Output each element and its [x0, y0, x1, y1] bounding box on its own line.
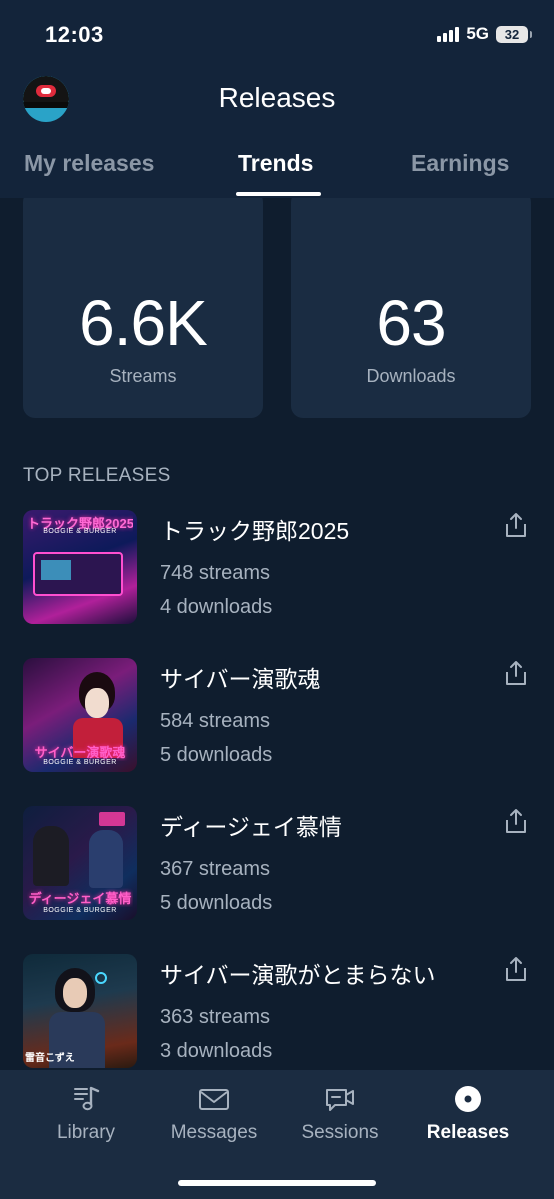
share-icon[interactable] — [504, 956, 528, 982]
cover-artist-signature: 雷音こずえ — [25, 1053, 75, 1064]
tab-underline — [236, 192, 321, 196]
cover-dj-shape — [33, 826, 69, 886]
release-cover: トラック野郎2025 BOGGIE & BURGER — [23, 510, 137, 624]
release-streams: 363 streams — [160, 1006, 271, 1028]
release-streams: 584 streams — [160, 710, 271, 732]
release-downloads: 5 downloads — [160, 892, 273, 914]
nav-messages-label: Messages — [170, 1122, 258, 1143]
disc-icon — [455, 1086, 481, 1112]
share-icon[interactable] — [504, 512, 528, 538]
downloads-card: 63 Downloads — [291, 190, 531, 418]
nav-library-label: Library — [56, 1122, 116, 1143]
status-bar: 12:03 5G 32 — [0, 0, 554, 70]
cover-headphone-shape — [95, 972, 107, 984]
release-cover: 雷音こずえ — [23, 954, 137, 1068]
status-indicators: 5G 32 — [437, 24, 532, 44]
cover-face-shape — [63, 978, 87, 1008]
release-item[interactable]: サイバー演歌魂 BOGGIE & BURGER サイバー演歌魂 584 stre… — [0, 658, 554, 778]
release-title: ディージェイ慕情 — [160, 814, 342, 840]
release-streams: 748 streams — [160, 562, 271, 584]
nav-releases[interactable]: Releases — [404, 1084, 532, 1144]
release-downloads: 3 downloads — [160, 1040, 273, 1062]
streams-card: 6.6K Streams — [23, 190, 263, 418]
releases-screen: 12:03 5G 32 Releases My releases Trends … — [0, 0, 554, 1199]
status-time: 12:03 — [45, 22, 104, 47]
home-indicator[interactable] — [178, 1180, 376, 1186]
streams-value: 6.6K — [79, 287, 208, 359]
network-label: 5G — [466, 24, 489, 43]
header-top-layer: Releases My releases Trends Earnings — [0, 70, 554, 198]
tabs: My releases Trends Earnings — [0, 148, 554, 198]
share-icon[interactable] — [504, 660, 528, 686]
music-note-icon — [74, 1086, 100, 1111]
cover-artist-text: BOGGIE & BURGER — [43, 528, 117, 535]
battery-icon: 32 — [496, 25, 532, 43]
release-item[interactable]: トラック野郎2025 BOGGIE & BURGER トラック野郎2025 74… — [0, 510, 554, 630]
tab-earnings-label[interactable]: Earnings — [411, 150, 509, 177]
release-title: トラック野郎2025 — [160, 518, 350, 544]
release-cover: ディージェイ慕情 BOGGIE & BURGER — [23, 806, 137, 920]
downloads-value: 63 — [376, 287, 446, 359]
tab-my-releases-label[interactable]: My releases — [24, 150, 154, 177]
downloads-label: Downloads — [366, 366, 456, 386]
nav-sessions[interactable]: Sessions — [276, 1084, 404, 1144]
streams-label: Streams — [109, 366, 177, 386]
cover-artist-text: BOGGIE & BURGER — [43, 907, 117, 914]
section-title: TOP RELEASES — [23, 465, 171, 486]
signal-icon — [437, 26, 460, 42]
release-downloads: 5 downloads — [160, 744, 273, 766]
header-title: Releases — [218, 82, 336, 113]
cover-title-text: ディージェイ慕情 — [28, 891, 132, 906]
release-title: サイバー演歌魂 — [160, 666, 321, 692]
cover-face-shape — [85, 688, 109, 718]
cover-neon-sign — [99, 812, 125, 826]
release-item[interactable]: 雷音こずえ サイバー演歌がとまらない 363 streams 3 downloa… — [0, 954, 554, 1074]
video-chat-icon — [326, 1089, 354, 1111]
nav-releases-label: Releases — [426, 1122, 510, 1143]
nav-library[interactable]: Library — [22, 1084, 150, 1144]
release-streams: 367 streams — [160, 858, 271, 880]
release-downloads: 4 downloads — [160, 596, 273, 618]
cover-geisha-shape — [89, 830, 123, 888]
nav-messages[interactable]: Messages — [150, 1084, 278, 1144]
cover-artist-text: BOGGIE & BURGER — [43, 759, 117, 766]
release-title: サイバー演歌がとまらない — [160, 962, 436, 988]
share-icon[interactable] — [504, 808, 528, 834]
envelope-icon — [199, 1089, 229, 1110]
cover-window-shape — [41, 560, 71, 580]
nav-sessions-label: Sessions — [301, 1122, 379, 1143]
release-cover: サイバー演歌魂 BOGGIE & BURGER — [23, 658, 137, 772]
tab-trends-label[interactable]: Trends — [238, 150, 313, 177]
release-item[interactable]: ディージェイ慕情 BOGGIE & BURGER ディージェイ慕情 367 st… — [0, 806, 554, 926]
